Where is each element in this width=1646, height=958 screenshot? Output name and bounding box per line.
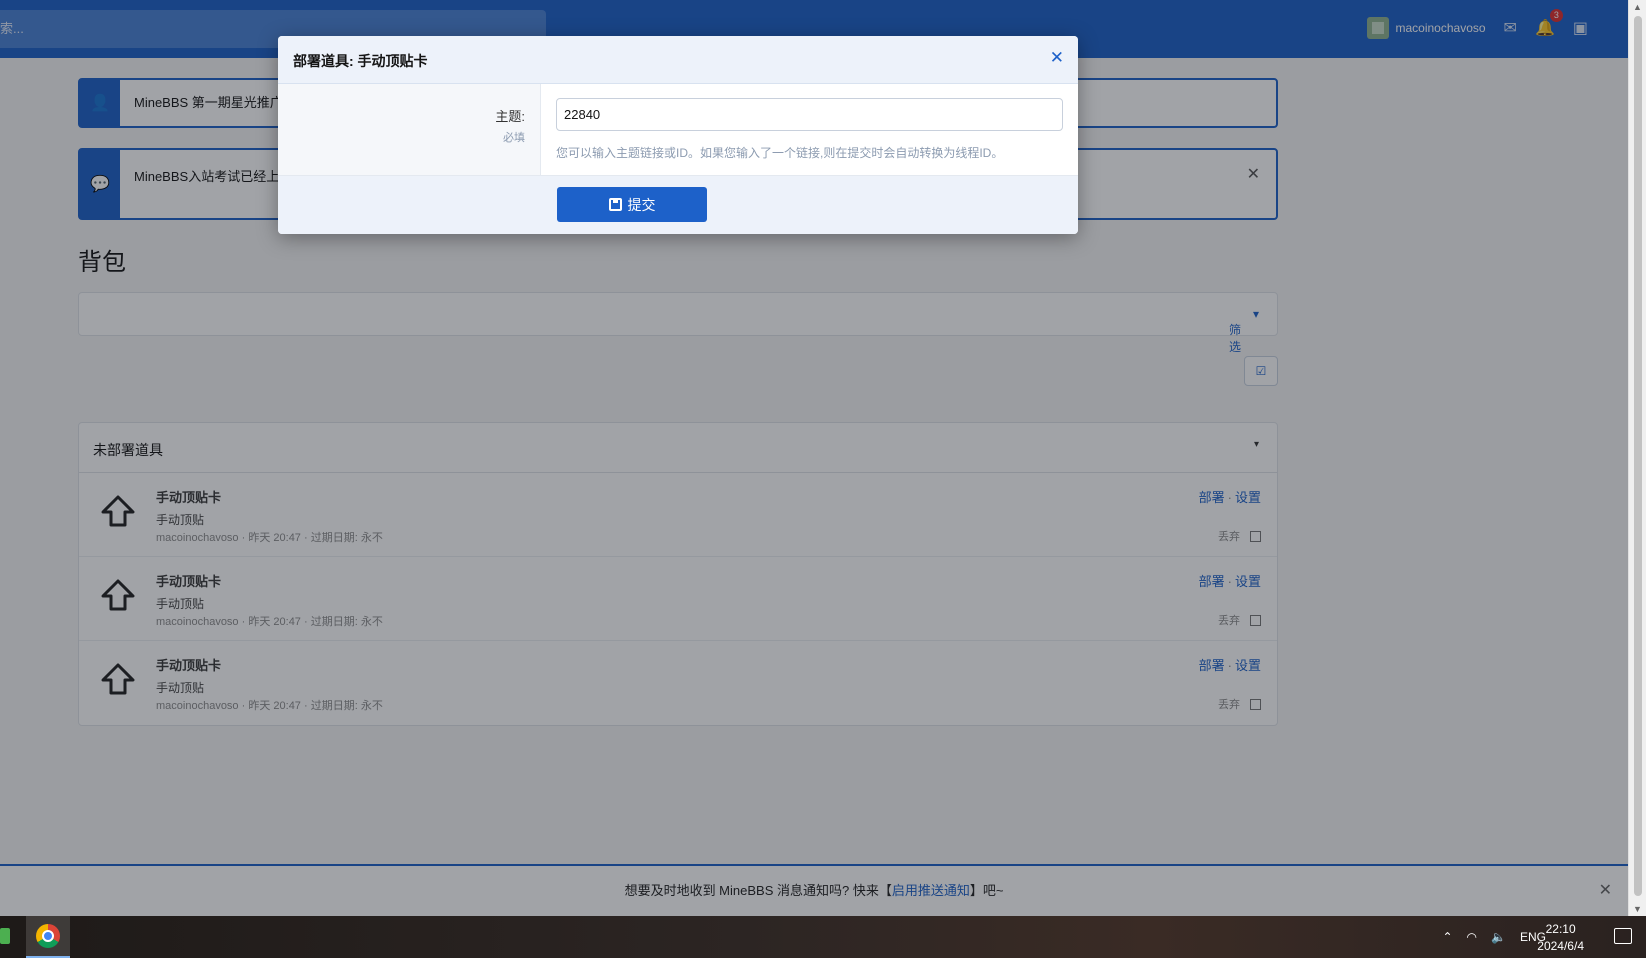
field-input-col: 您可以输入主题链接或ID。如果您输入了一个链接,则在提交时会自动转换为线程ID。 [541, 84, 1078, 175]
notification-center-icon[interactable] [1614, 928, 1632, 944]
chrome-taskbar-button[interactable] [26, 916, 70, 958]
app-icon[interactable] [0, 928, 10, 944]
chrome-icon [36, 924, 60, 948]
scrollbar-thumb[interactable] [1634, 16, 1642, 896]
field-hint: 您可以输入主题链接或ID。如果您输入了一个链接,则在提交时会自动转换为线程ID。 [556, 146, 1004, 160]
submit-label: 提交 [627, 196, 656, 213]
field-label-col: 主题: 必填 [278, 84, 541, 175]
thread-input[interactable] [556, 98, 1063, 131]
deploy-item-dialog: 部署道具: 手动顶贴卡 ✕ 主题: 必填 您可以输入主题链接或ID。如果您输入了… [278, 36, 1078, 234]
page-scrollbar[interactable]: ▲ ▼ [1628, 0, 1646, 916]
dialog-title: 部署道具: 手动顶贴卡 [293, 53, 428, 69]
clock-date: 2024/6/4 [1537, 939, 1584, 953]
chevron-up-icon[interactable]: ⌃ [1442, 930, 1452, 944]
wifi-icon[interactable]: ◠ [1467, 930, 1477, 944]
scroll-down-icon[interactable]: ▼ [1633, 904, 1642, 914]
thread-field-row: 主题: 必填 您可以输入主题链接或ID。如果您输入了一个链接,则在提交时会自动转… [278, 84, 1078, 176]
clock[interactable]: 22:10 2024/6/4 [1537, 921, 1584, 955]
save-icon [608, 198, 622, 211]
volume-icon[interactable]: 🔈 [1491, 930, 1506, 944]
submit-button[interactable]: 提交 [557, 187, 707, 222]
required-hint: 必填 [503, 132, 525, 144]
system-tray: ⌃ ◠ 🔈 ENG [1442, 916, 1546, 958]
taskbar: ⌃ ◠ 🔈 ENG 22:10 2024/6/4 [0, 916, 1646, 958]
field-label: 主题: [495, 109, 525, 124]
dialog-header: 部署道具: 手动顶贴卡 ✕ [278, 36, 1078, 84]
clock-time: 22:10 [1545, 922, 1576, 936]
browser-page: 索... macoinochavoso ✉ 🔔 3 ▣ 👤 MineBBS 第一期… [0, 0, 1628, 916]
scroll-up-icon[interactable]: ▲ [1633, 2, 1642, 12]
close-icon[interactable]: ✕ [1050, 48, 1064, 68]
